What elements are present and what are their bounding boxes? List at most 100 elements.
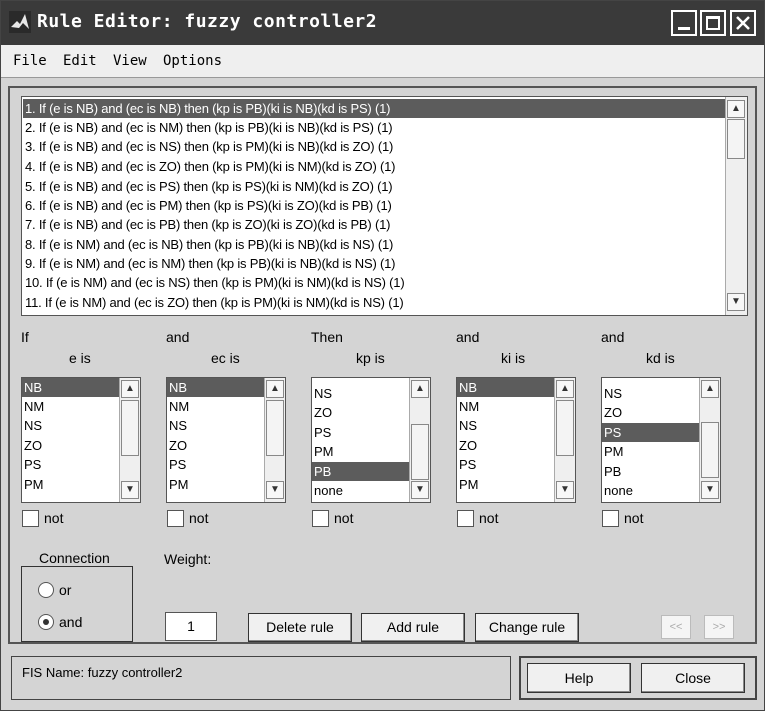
list-item[interactable]: NS: [22, 416, 121, 435]
rule-item[interactable]: 9. If (e is NM) and (ec is NM) then (kp …: [23, 254, 725, 273]
ki-listbox[interactable]: NB NM NS ZO PS PM ▲ ▼: [456, 377, 576, 503]
list-item[interactable]: PM: [167, 475, 266, 494]
close-window-button[interactable]: [730, 10, 756, 36]
list-item[interactable]: ZO: [167, 436, 266, 455]
scroll-down-icon[interactable]: ▼: [266, 481, 284, 499]
and-radio[interactable]: [38, 614, 54, 630]
list-item[interactable]: PM: [312, 442, 411, 461]
scroll-thumb[interactable]: [121, 400, 139, 456]
change-rule-button[interactable]: Change rule: [475, 613, 579, 642]
list-item[interactable]: ZO: [312, 403, 411, 422]
scroll-down-icon[interactable]: ▼: [701, 481, 719, 499]
menu-file[interactable]: File: [13, 53, 47, 69]
ec-list-scrollbar[interactable]: ▲ ▼: [264, 378, 285, 502]
list-item[interactable]: PS: [22, 455, 121, 474]
list-item[interactable]: NB: [22, 378, 121, 397]
list-item[interactable]: ZO: [457, 436, 556, 455]
scroll-down-icon[interactable]: ▼: [121, 481, 139, 499]
scroll-down-icon[interactable]: ▼: [556, 481, 574, 499]
ec-listbox[interactable]: NB NM NS ZO PS PM ▲ ▼: [166, 377, 286, 503]
rule-item[interactable]: 2. If (e is NB) and (ec is NM) then (kp …: [23, 118, 725, 137]
rule-item[interactable]: 7. If (e is NB) and (ec is PB) then (kp …: [23, 215, 725, 234]
list-item[interactable]: NM: [167, 397, 266, 416]
scroll-thumb[interactable]: [727, 119, 745, 159]
list-item[interactable]: NB: [457, 378, 556, 397]
rule-item[interactable]: 11. If (e is NM) and (ec is ZO) then (kp…: [23, 293, 725, 312]
scroll-up-icon[interactable]: ▲: [411, 380, 429, 398]
scroll-thumb[interactable]: [556, 400, 574, 456]
not-label: not: [479, 510, 499, 526]
menu-edit[interactable]: Edit: [63, 53, 97, 69]
rule-item[interactable]: 3. If (e is NB) and (ec is NS) then (kp …: [23, 137, 725, 156]
list-item[interactable]: PS: [457, 455, 556, 474]
menu-bar: File Edit View Options: [1, 45, 764, 78]
list-item[interactable]: PB: [312, 462, 411, 481]
ki-list-scrollbar[interactable]: ▲ ▼: [554, 378, 575, 502]
scroll-thumb[interactable]: [411, 424, 429, 480]
rule-item[interactable]: 5. If (e is NB) and (ec is PS) then (kp …: [23, 177, 725, 196]
rule-item[interactable]: 1. If (e is NB) and (ec is NB) then (kp …: [23, 99, 725, 118]
e-list-scrollbar[interactable]: ▲ ▼: [119, 378, 140, 502]
list-item[interactable]: NS: [602, 384, 701, 403]
list-item[interactable]: PS: [312, 423, 411, 442]
kp-listbox[interactable]: NS ZO PS PM PB none ▲ ▼: [311, 377, 431, 503]
close-icon: [736, 16, 750, 30]
rule-item[interactable]: 10. If (e is NM) and (ec is NS) then (kp…: [23, 273, 725, 292]
ec-not-checkbox[interactable]: [167, 510, 184, 527]
connection-title: Connection: [35, 550, 114, 566]
help-button[interactable]: Help: [527, 663, 631, 693]
list-item[interactable]: NS: [457, 416, 556, 435]
minimize-button[interactable]: [671, 10, 697, 36]
kd-not-checkbox[interactable]: [602, 510, 619, 527]
list-item[interactable]: PM: [22, 475, 121, 494]
prev-rule-button[interactable]: <<: [661, 615, 691, 639]
maximize-button[interactable]: [700, 10, 726, 36]
delete-rule-button[interactable]: Delete rule: [248, 613, 352, 642]
or-radio[interactable]: [38, 582, 54, 598]
scroll-up-icon[interactable]: ▲: [121, 380, 139, 398]
kd-listbox[interactable]: NS ZO PS PM PB none ▲ ▼: [601, 377, 721, 503]
list-item[interactable]: PM: [602, 442, 701, 461]
scroll-up-icon[interactable]: ▲: [727, 100, 745, 118]
kd-list-scrollbar[interactable]: ▲ ▼: [699, 378, 720, 502]
list-item[interactable]: NS: [312, 384, 411, 403]
list-item[interactable]: PM: [457, 475, 556, 494]
add-rule-button[interactable]: Add rule: [361, 613, 465, 642]
scroll-thumb[interactable]: [701, 422, 719, 478]
not-label: not: [44, 510, 64, 526]
list-item[interactable]: NM: [22, 397, 121, 416]
ki-not-checkbox[interactable]: [457, 510, 474, 527]
kp-list-scrollbar[interactable]: ▲ ▼: [409, 378, 430, 502]
list-item[interactable]: none: [602, 481, 701, 500]
next-rule-button[interactable]: >>: [704, 615, 734, 639]
list-item[interactable]: NM: [457, 397, 556, 416]
and-radio-label: and: [59, 614, 83, 630]
scroll-thumb[interactable]: [266, 400, 284, 456]
rule-list-scrollbar[interactable]: ▲ ▼: [725, 97, 747, 315]
scroll-down-icon[interactable]: ▼: [727, 293, 745, 311]
e-not-checkbox[interactable]: [22, 510, 39, 527]
menu-options[interactable]: Options: [163, 53, 222, 69]
list-item[interactable]: PB: [602, 462, 701, 481]
list-item[interactable]: ZO: [602, 403, 701, 422]
list-item[interactable]: NS: [167, 416, 266, 435]
scroll-up-icon[interactable]: ▲: [701, 380, 719, 398]
rule-item[interactable]: 4. If (e is NB) and (ec is ZO) then (kp …: [23, 157, 725, 176]
rule-item[interactable]: 8. If (e is NM) and (ec is NB) then (kp …: [23, 235, 725, 254]
list-item[interactable]: ZO: [22, 436, 121, 455]
list-item[interactable]: PS: [167, 455, 266, 474]
rule-list[interactable]: 1. If (e is NB) and (ec is NB) then (kp …: [21, 96, 748, 316]
rule-item[interactable]: 6. If (e is NB) and (ec is PM) then (kp …: [23, 196, 725, 215]
close-button[interactable]: Close: [641, 663, 745, 693]
ki-is-label: ki is: [501, 350, 526, 366]
menu-view[interactable]: View: [113, 53, 147, 69]
list-item[interactable]: PS: [602, 423, 701, 442]
scroll-down-icon[interactable]: ▼: [411, 481, 429, 499]
list-item[interactable]: none: [312, 481, 411, 500]
e-listbox[interactable]: NB NM NS ZO PS PM ▲ ▼: [21, 377, 141, 503]
scroll-up-icon[interactable]: ▲: [266, 380, 284, 398]
kp-not-checkbox[interactable]: [312, 510, 329, 527]
scroll-up-icon[interactable]: ▲: [556, 380, 574, 398]
list-item[interactable]: NB: [167, 378, 266, 397]
weight-input[interactable]: 1: [165, 612, 217, 641]
